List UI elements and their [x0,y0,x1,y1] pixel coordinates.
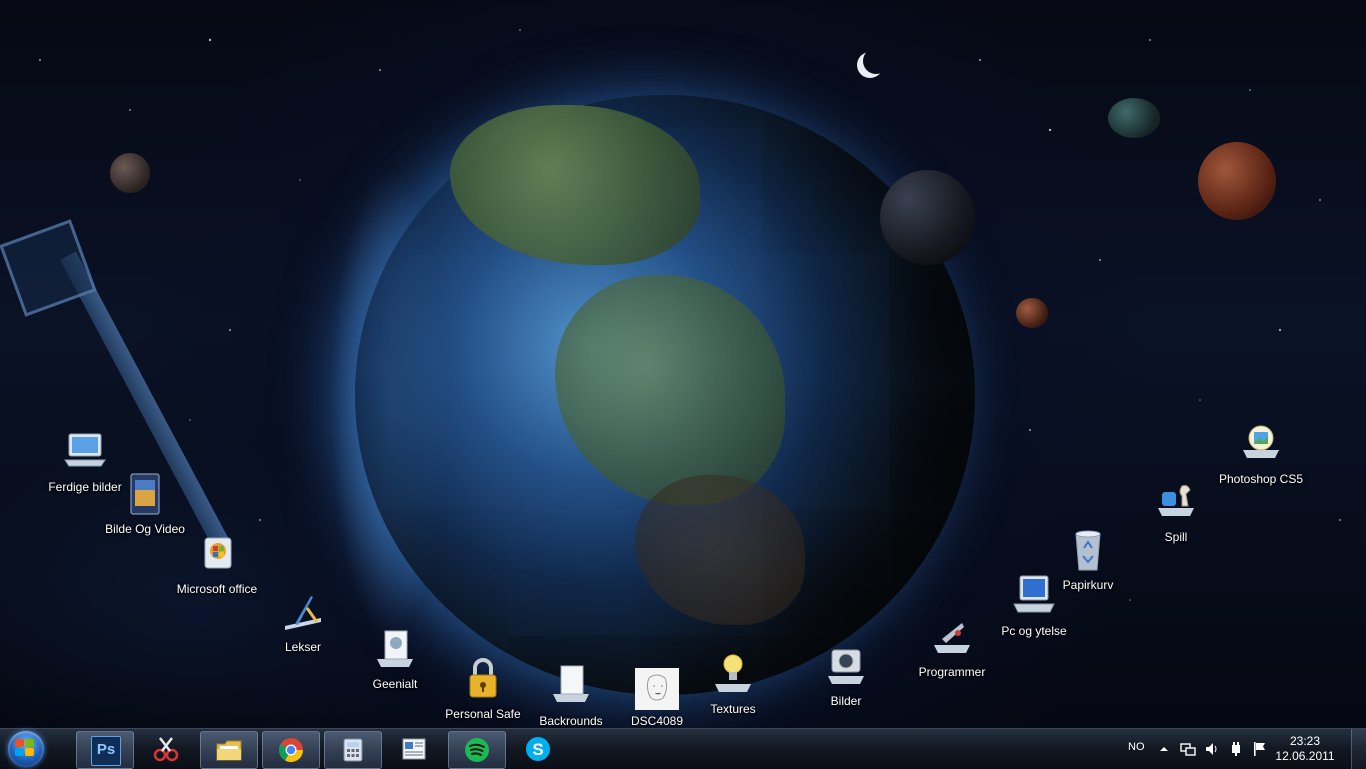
desktop-icon-label: Bilder [830,694,862,708]
desktop-icon-geenialt[interactable]: Geenialt [350,625,440,692]
desktop-icon-bilde-og-video[interactable]: Bilde Og Video [100,470,190,537]
desktop-icon-label: Microsoft office [176,582,258,596]
desktop-icon-microsoft-office[interactable]: Microsoft office [172,530,262,597]
network-icon[interactable] [1180,741,1196,757]
sketch-thumbnail-icon [635,668,679,710]
media-icon [371,625,419,673]
continent [450,105,700,265]
desktop-icon-personal-safe[interactable]: Personal Safe [438,655,528,722]
taskbar-button-skype[interactable]: S [510,731,566,767]
taskbar-button-document[interactable] [386,731,442,767]
skype-icon: S [526,737,550,761]
taskbar-button-calculator[interactable] [324,731,382,769]
photoshop-icon-text: Ps [96,741,116,758]
desktop-icon-label: Lekser [284,640,322,654]
taskbar-button-photoshop[interactable]: Ps [76,731,134,769]
calculator-icon [343,738,363,762]
padlock-icon [459,655,507,703]
planet-red [1198,142,1276,220]
desktop-icon-label: Personal Safe [445,707,521,721]
desktop-wallpaper [0,0,1366,728]
planet-dark [880,170,975,265]
desktop-icon-label: Photoshop CS5 [1218,472,1304,486]
continent [635,475,805,625]
desktop-icon-label: Spill [1164,530,1188,544]
desktop-icon-programmer[interactable]: Programmer [907,613,997,680]
document-icon [402,738,426,760]
photoshop-icon: Ps [91,736,121,766]
light-bulb-icon [709,650,757,698]
planet-ringed [110,153,150,193]
desktop-icon-spill[interactable]: Spill [1131,478,1221,545]
chrome-icon [278,738,303,763]
action-center-flag-icon[interactable] [1252,741,1268,757]
planet-small [1108,98,1160,138]
system-clock[interactable]: 23:23 12.06.2011 [1270,734,1340,764]
tools-icon [928,613,976,661]
desktop-icon-label: Backrounds [539,714,603,728]
folder-icon [216,740,242,761]
clock-date: 12.06.2011 [1275,749,1335,763]
desktop-icon-label: Geenialt [372,677,418,691]
photoshop-shortcut-icon [1237,420,1285,468]
drafting-icon [279,588,327,636]
clock-time: 23:23 [1289,734,1321,748]
continent [555,275,785,505]
taskbar-button-spotify[interactable] [448,731,506,769]
crescent-moon [857,52,883,78]
asteroid [1016,298,1048,328]
scissors-icon [153,737,179,762]
desktop-icon-photoshop-cs5[interactable]: Photoshop CS5 [1216,420,1306,487]
earth-planet [355,95,975,695]
office-icon [193,530,241,578]
taskbar: Ps S NO 23:23 12.06.2011 [0,728,1366,769]
recycle-bin-icon [1064,526,1112,574]
desktop-icon-papirkurv[interactable]: Papirkurv [1043,526,1133,593]
desktop-icon-bilder[interactable]: Bilder [801,642,891,709]
desktop-icon-textures[interactable]: Textures [688,650,778,717]
desktop-icon-backrounds[interactable]: Backrounds [526,662,616,729]
taskbar-button-snipping-tool[interactable] [138,731,194,767]
show-desktop-button[interactable] [1351,729,1366,769]
chess-puzzle-icon [1152,478,1200,526]
power-plug-icon[interactable] [1228,741,1244,757]
spotify-icon [465,738,489,762]
taskbar-button-chrome[interactable] [262,731,320,769]
windows-logo-icon [15,739,35,757]
volume-icon[interactable] [1204,741,1220,757]
desktop-icon-label: Textures [710,702,756,716]
camera-icon [822,642,870,690]
language-indicator[interactable]: NO [1124,729,1150,769]
language-label: NO [1128,741,1145,753]
chevron-up-icon[interactable] [1156,741,1172,757]
desktop-icon-label: Papirkurv [1062,578,1114,592]
desktop-icon-lekser[interactable]: Lekser [258,588,348,655]
taskbar-button-explorer[interactable] [200,731,258,769]
laptop-icon [61,428,109,476]
svg-text:S: S [532,740,543,759]
desktop-icon-label: Pc og ytelse [1001,624,1067,638]
picture-frame-icon [547,662,595,710]
desktop-icon-label: Programmer [918,665,986,679]
start-button[interactable] [4,730,48,768]
film-icon [121,470,169,518]
